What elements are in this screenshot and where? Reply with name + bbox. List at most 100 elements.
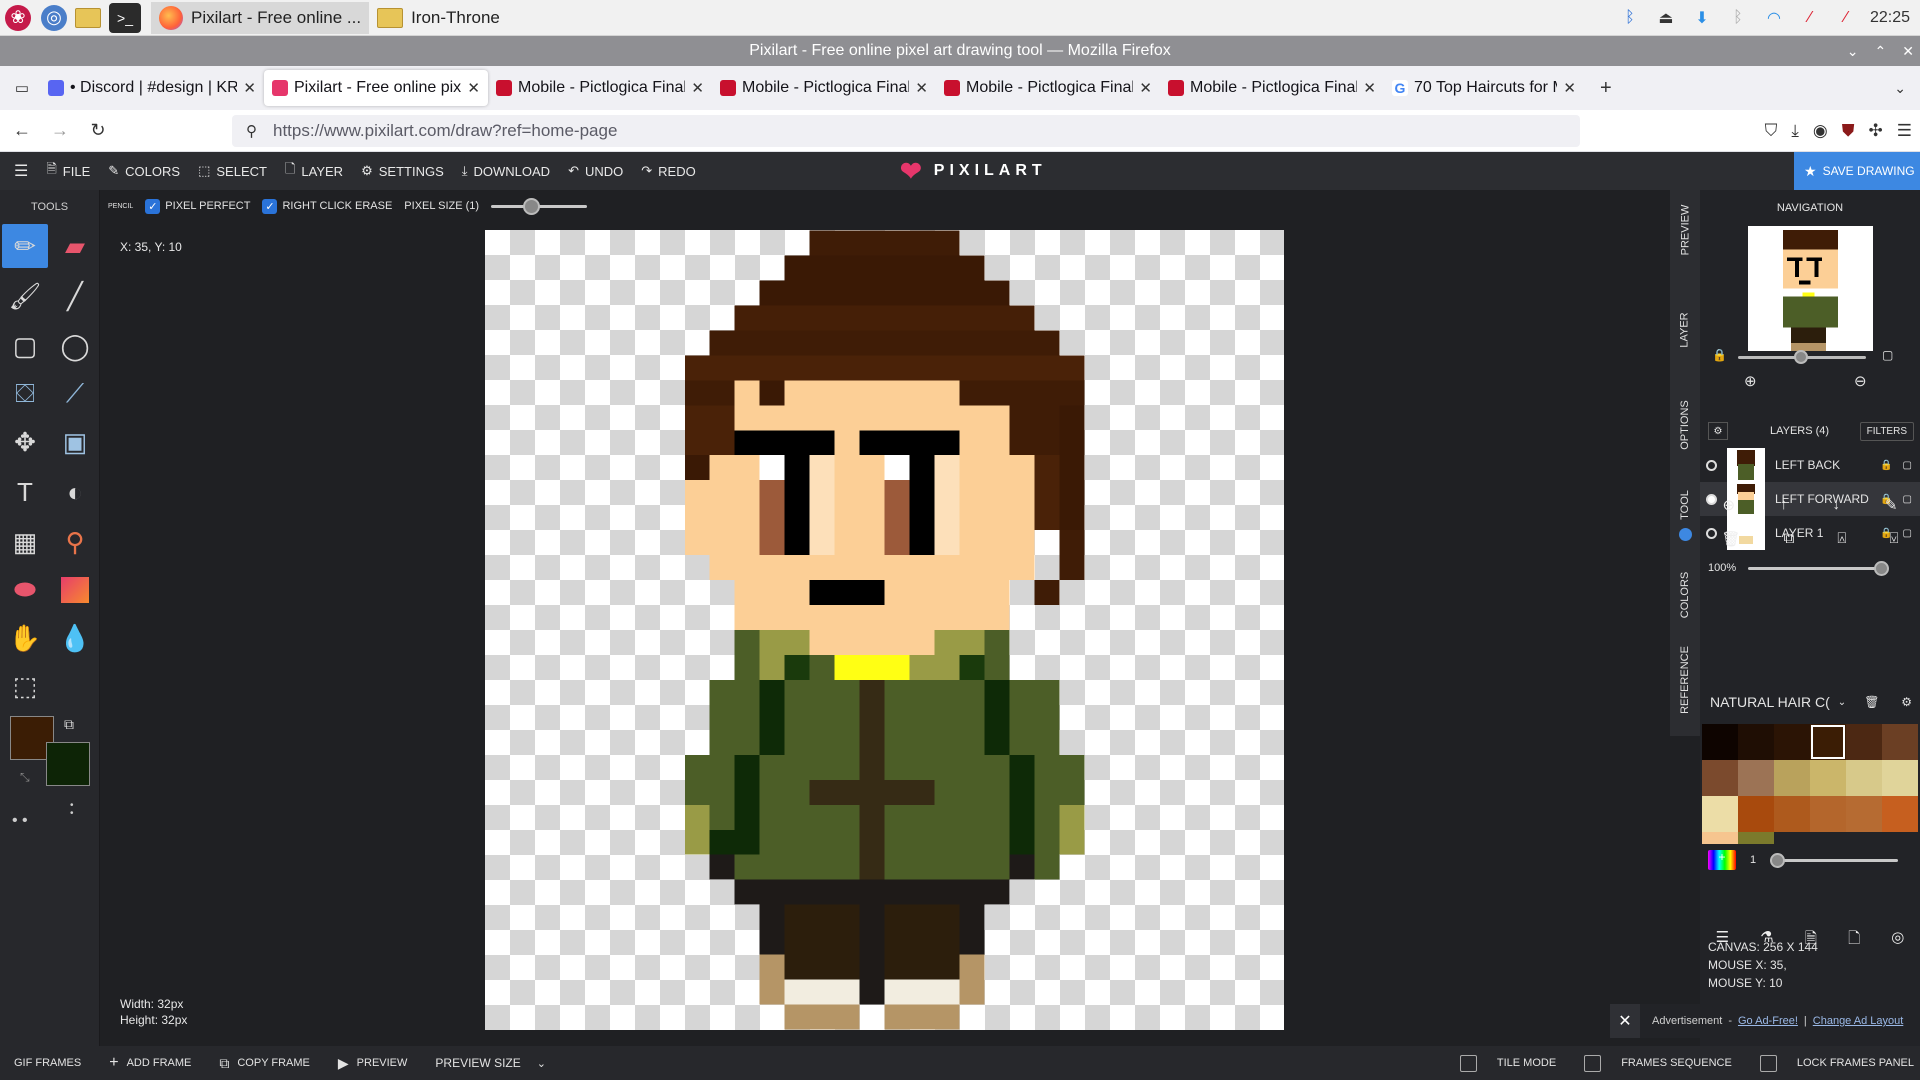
pixilart-logo[interactable]: ❤ PIXILART: [900, 152, 1047, 190]
tab-discord[interactable]: • Discord | #design | KR ✕: [40, 70, 264, 106]
close-tab-icon[interactable]: ✕: [1363, 79, 1376, 97]
close-tab-icon[interactable]: ✕: [1563, 79, 1576, 97]
reload-icon[interactable]: ↻: [82, 115, 114, 147]
palette-swatch[interactable]: [1774, 796, 1810, 832]
palette-swatch[interactable]: [1702, 724, 1738, 760]
drawing-canvas[interactable]: [485, 230, 1284, 1030]
palette-swatch[interactable]: [1882, 724, 1918, 760]
palette-settings-icon[interactable]: ⚙: [1901, 695, 1912, 709]
export-palette-icon[interactable]: 🗋: [1848, 928, 1860, 953]
duplicate-layer-icon[interactable]: ⧉: [1784, 530, 1795, 548]
palette-swatch[interactable]: [1846, 760, 1882, 796]
dither-tool-icon[interactable]: ▦: [2, 520, 48, 564]
tile-mode-option[interactable]: TILE MODE: [1459, 1054, 1556, 1072]
select-menu[interactable]: ⬚ SELECT: [198, 163, 267, 179]
ublock-icon[interactable]: ⛊: [1842, 121, 1855, 141]
wifi-icon[interactable]: ◠: [1762, 6, 1786, 30]
close-tab-icon[interactable]: ✕: [467, 79, 480, 97]
line-tool-icon[interactable]: ╱: [52, 274, 98, 318]
save-drawing-button[interactable]: ★ SAVE DRAWING: [1794, 152, 1920, 190]
gradient-tool-icon[interactable]: [52, 568, 98, 612]
copy-frame-button[interactable]: ⧉ COPY FRAME: [219, 1055, 310, 1072]
grip-icon[interactable]: • •: [70, 801, 74, 819]
change-ad-layout-link[interactable]: Change Ad Layout: [1813, 1015, 1904, 1027]
tab-haircuts[interactable]: G 70 Top Haircuts for Men ✕: [1384, 70, 1584, 106]
new-tab-icon[interactable]: +: [1600, 77, 1612, 100]
add-layer-icon[interactable]: ⊕: [1722, 496, 1735, 514]
pixel-perfect-option[interactable]: ✓ PIXEL PERFECT: [145, 198, 250, 214]
minimize-icon[interactable]: ⌄: [1847, 43, 1859, 60]
circle-tool-icon[interactable]: ◯: [52, 324, 98, 368]
palette-swatch[interactable]: [1846, 724, 1882, 760]
rectangle-tool-icon[interactable]: ▢: [2, 324, 48, 368]
reset-colors-icon[interactable]: ⤡: [20, 770, 30, 785]
slider-knob[interactable]: [1794, 350, 1808, 364]
zoom-slider[interactable]: [1738, 350, 1866, 364]
palette-swatch[interactable]: [1810, 796, 1846, 832]
navigation-preview[interactable]: [1748, 226, 1873, 351]
palette-swatch[interactable]: [1738, 832, 1774, 844]
stamp-tool-icon[interactable]: ⚲: [52, 520, 98, 564]
crop-tool-icon[interactable]: ⬚: [2, 664, 48, 708]
tab-pictlogica-2[interactable]: Mobile - Pictlogica Final ✕: [712, 70, 936, 106]
maximize-icon[interactable]: ⌃: [1875, 43, 1887, 60]
layer-settings-icon[interactable]: ⚙: [1708, 422, 1728, 440]
tab-list-icon[interactable]: ▭: [4, 79, 40, 97]
palette-swatch[interactable]: [1774, 724, 1810, 760]
checkbox-checked-icon[interactable]: ✓: [262, 198, 278, 214]
tab-pictlogica-1[interactable]: Mobile - Pictlogica Final ✕: [488, 70, 712, 106]
file-manager-icon[interactable]: [72, 3, 104, 33]
tab-colors[interactable]: COLORS: [1670, 560, 1700, 630]
tab-pictlogica-4[interactable]: Mobile - Pictlogica Final ✕: [1160, 70, 1384, 106]
move-layer-up-icon[interactable]: ↑: [1780, 496, 1788, 514]
right-click-erase-option[interactable]: ✓ RIGHT CLICK ERASE: [262, 198, 392, 214]
lock-frames-panel-option[interactable]: LOCK FRAMES PANEL: [1759, 1054, 1914, 1072]
secondary-color-swatch[interactable]: [46, 742, 90, 786]
palette-swatch[interactable]: [1702, 796, 1738, 832]
preview-button[interactable]: ▶ PREVIEW: [338, 1055, 408, 1072]
color-picker-icon[interactable]: +: [1708, 850, 1736, 870]
eject-icon[interactable]: ⏏: [1654, 6, 1678, 30]
preview-size-select[interactable]: PREVIEW SIZE ⌄: [435, 1056, 546, 1070]
merge-up-icon[interactable]: ⍓: [1837, 530, 1846, 548]
pencil-tool-icon[interactable]: ✏: [2, 224, 48, 268]
volume-muted-icon[interactable]: ⁄: [1834, 6, 1858, 30]
lock-icon[interactable]: 🔒: [1880, 460, 1892, 471]
tab-layer[interactable]: LAYER: [1670, 300, 1700, 360]
settings-menu[interactable]: ⚙ SETTINGS: [361, 163, 444, 179]
lighten-tool-icon[interactable]: ◐: [52, 470, 98, 514]
web-browser-icon[interactable]: ◎: [41, 4, 67, 31]
chevron-down-icon[interactable]: ⌄: [1838, 697, 1846, 708]
more-tools-icon[interactable]: • •: [12, 812, 28, 830]
palette-swatch[interactable]: [1738, 724, 1774, 760]
brush-tool-icon[interactable]: 🖌: [2, 274, 48, 318]
palette-swatch[interactable]: [1882, 796, 1918, 832]
redo-button[interactable]: ↷ REDO: [641, 163, 695, 179]
delete-layer-icon[interactable]: 🗑: [1722, 530, 1741, 548]
zoom-out-icon[interactable]: ⊖: [1854, 372, 1867, 390]
close-tab-icon[interactable]: ✕: [243, 79, 256, 97]
palette-swatch[interactable]: [1738, 760, 1774, 796]
bluetooth-icon[interactable]: ᛒ: [1618, 6, 1642, 30]
fit-icon[interactable]: ▢: [1882, 348, 1893, 362]
tab-pictlogica-3[interactable]: Mobile - Pictlogica Final ✕: [936, 70, 1160, 106]
text-tool-icon[interactable]: T: [2, 470, 48, 514]
hand-tool-icon[interactable]: ✋: [2, 616, 48, 660]
app-menu-icon[interactable]: ☰: [1897, 121, 1912, 141]
tab-preview[interactable]: PREVIEW: [1670, 200, 1700, 260]
task-firefox[interactable]: Pixilart - Free online ...: [151, 1, 370, 34]
checkbox-icon[interactable]: [1759, 1054, 1777, 1072]
layer-menu[interactable]: 🗋 LAYER: [285, 160, 343, 182]
tab-tool[interactable]: TOOL: [1670, 480, 1700, 530]
close-window-icon[interactable]: ✕: [1902, 43, 1914, 60]
url-text[interactable]: https://www.pixilart.com/draw?ref=home-p…: [273, 121, 617, 141]
tab-reference[interactable]: REFERENCE: [1670, 640, 1700, 720]
palette-swatch[interactable]: [1810, 760, 1846, 796]
back-icon[interactable]: ←: [6, 115, 38, 147]
colors-menu[interactable]: ✎ COLORS: [108, 163, 180, 179]
url-bar[interactable]: ⚲ https://www.pixilart.com/draw?ref=home…: [232, 115, 1580, 147]
swap-colors-icon[interactable]: ⧉: [64, 716, 74, 733]
undo-button[interactable]: ↶ UNDO: [568, 163, 623, 179]
checkbox-checked-icon[interactable]: ✓: [145, 198, 161, 214]
edit-layer-icon[interactable]: ✎: [1885, 496, 1898, 514]
